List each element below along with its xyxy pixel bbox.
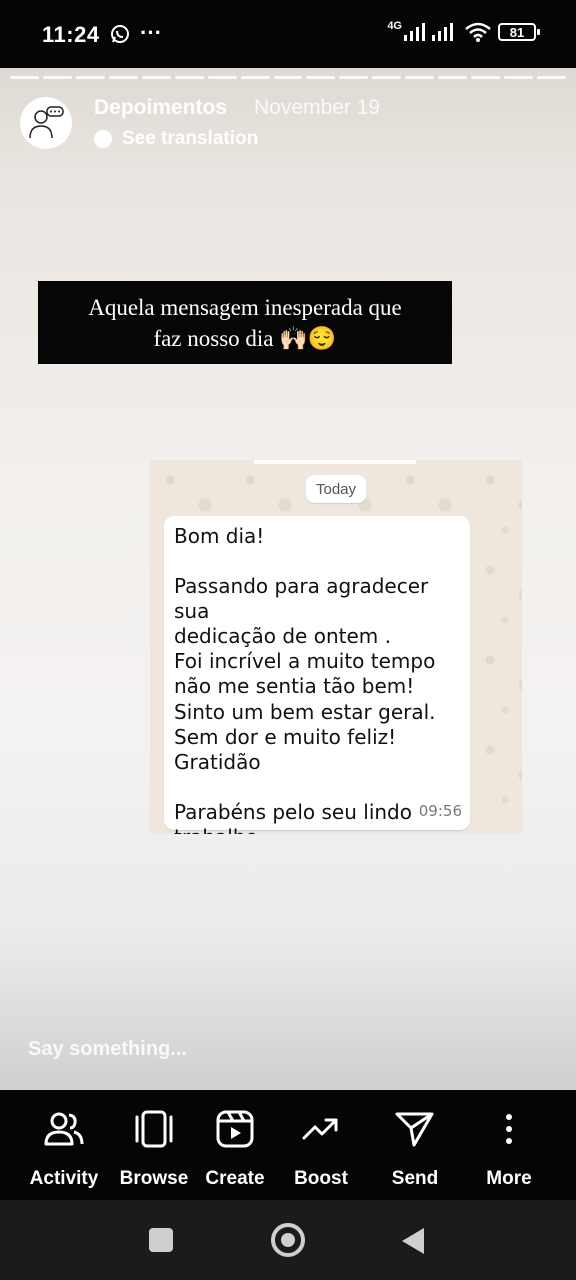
story-view[interactable]: Depoimentos November 19 See translation … [0,68,576,1090]
action-label: Activity [29,1168,99,1189]
recents-button[interactable] [149,1228,173,1252]
progress-segment [306,76,336,79]
message-line: Sem dor e muito feliz! [174,724,397,749]
reels-create-icon [216,1110,254,1148]
person-chat-icon [29,106,64,139]
wifi-icon [465,22,491,42]
progress-segment [504,76,533,79]
progress-segment [273,76,303,79]
network-type: 4G [387,20,402,32]
people-icon [44,1112,84,1146]
message-line: Parabéns pelo seu lindo [174,799,412,824]
activity-button[interactable]: Activity [16,1090,112,1200]
translate-icon [94,130,112,148]
story-action-bar: Activity Browse Create Boost Send More [0,1090,576,1200]
more-vertical-icon [506,1114,512,1144]
message-line: trabalho. [174,825,460,834]
action-label: Send [391,1168,439,1189]
see-translation-label: See translation [122,128,259,149]
whatsapp-icon [111,25,129,43]
progress-segment [240,76,270,79]
message-line: Sinto um bem estar geral. [174,699,436,724]
more-notifications-icon: ··· [140,20,162,45]
account-name[interactable]: Depoimentos [94,96,227,120]
message-line: não me sentia tão bem! [174,674,415,699]
message-line: dedicação de ontem . [174,624,391,649]
message-time: 09:56 [418,801,462,820]
story-caption: Aquela mensagem inesperada que faz nosso… [38,281,452,364]
message-line: Bom dia! [174,524,265,548]
browse-icon [135,1110,173,1148]
chat-divider [254,460,416,464]
signal-icon-2 [432,23,453,41]
story-date: November 19 [254,96,381,119]
progress-segment [438,76,468,79]
avatar[interactable] [20,97,72,149]
home-button[interactable] [271,1223,305,1257]
progress-segment [75,76,105,79]
status-bar: 11:24 ··· 4G 81 [0,0,576,68]
message-line: Passando para agradecer sua [174,574,429,624]
system-nav-bar [0,1200,576,1280]
more-button[interactable]: More [461,1090,557,1200]
progress-segment [339,76,369,79]
battery-icon: 81 [498,23,540,41]
signal-icon [404,23,425,41]
progress-segment [141,76,171,79]
create-button[interactable]: Create [187,1090,283,1200]
see-translation-button[interactable]: See translation [94,128,258,150]
reply-input[interactable]: Say something... [28,1038,187,1061]
send-button[interactable]: Send [367,1090,463,1200]
progress-segment [108,76,138,79]
caption-line: Aquela mensagem inesperada que [88,295,402,320]
chat-screenshot: Today Bom dia! Passando para agradecer s… [150,460,522,834]
progress-segment [471,76,501,79]
progress-segment [207,76,237,79]
clock: 11:24 [42,22,100,47]
caption-line: faz nosso dia 🙌🏻😌 [153,326,337,351]
send-icon [395,1112,434,1147]
message-line: Gratidão [174,749,261,774]
back-button[interactable] [402,1228,424,1254]
trending-icon [302,1118,338,1140]
progress-segment [537,76,566,79]
message-bubble: Bom dia! Passando para agradecer sua ded… [164,516,470,834]
action-label: Create [205,1168,265,1189]
progress-segment [174,76,204,79]
story-progress [10,76,566,79]
message-line: Foi incrível a muito tempo [174,649,436,674]
progress-segment [405,76,435,79]
action-label: Boost [294,1168,348,1189]
progress-segment [42,76,72,79]
action-label: More [486,1168,532,1189]
boost-button[interactable]: Boost [273,1090,369,1200]
progress-segment [372,76,402,79]
date-badge: Today [306,475,366,503]
battery-level: 81 [509,24,525,40]
progress-segment [10,76,39,79]
